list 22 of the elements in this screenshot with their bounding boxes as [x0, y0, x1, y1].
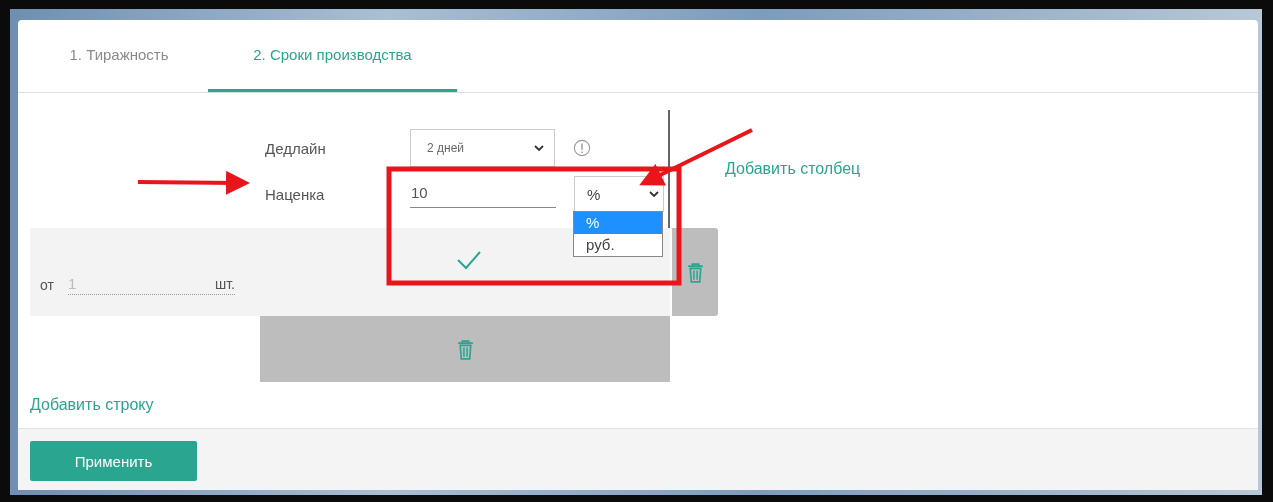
apply-button[interactable]: Применить: [30, 441, 197, 481]
add-row-link[interactable]: Добавить строку: [30, 396, 154, 414]
delete-column-button[interactable]: [672, 228, 718, 316]
quantity-input[interactable]: 1 шт.: [67, 275, 235, 295]
unit-label: шт.: [214, 276, 235, 292]
deadline-dropdown[interactable]: 2 дней: [410, 129, 555, 167]
trash-icon: [686, 261, 704, 283]
add-column-link[interactable]: Добавить столбец: [725, 160, 861, 180]
dropdown-option[interactable]: руб.: [574, 234, 662, 256]
confirm-button[interactable]: [456, 250, 482, 270]
row-label: от: [40, 277, 54, 293]
trash-icon: [456, 338, 474, 360]
chevron-down-icon: [649, 191, 659, 197]
field-label: Наценка: [265, 185, 326, 203]
dropdown-option[interactable]: %: [574, 212, 662, 234]
chevron-down-icon: [534, 145, 544, 151]
tab[interactable]: 2. Сроки производства: [208, 20, 457, 92]
markup-input[interactable]: 10: [410, 184, 556, 208]
quantity-placeholder: 1: [67, 275, 77, 292]
field-label: Дедлайн: [265, 139, 327, 157]
tab[interactable]: 1. Тиражность: [30, 20, 208, 92]
info-icon[interactable]: [573, 139, 591, 157]
